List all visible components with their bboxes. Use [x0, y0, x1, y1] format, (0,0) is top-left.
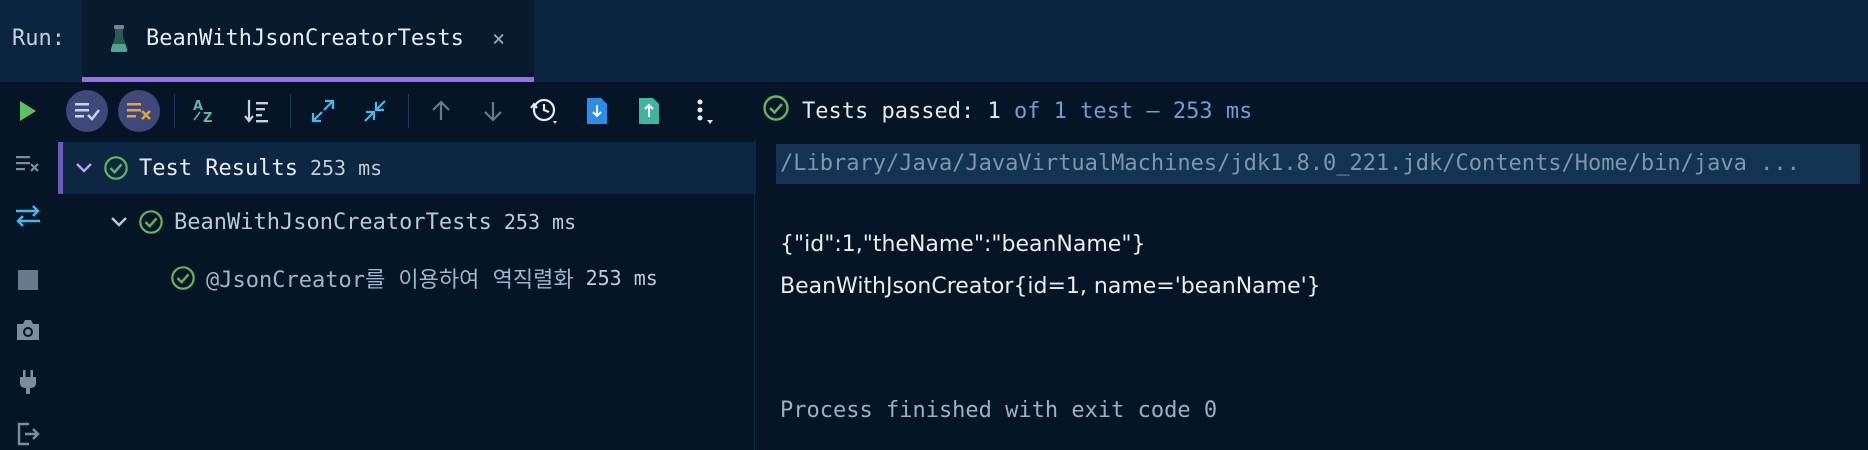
- run-tab[interactable]: BeanWithJsonCreatorTests ×: [82, 0, 534, 82]
- sort-alphabetically-icon[interactable]: A Z: [184, 90, 226, 132]
- collapse-all-icon[interactable]: [354, 90, 396, 132]
- stop-icon[interactable]: [12, 264, 44, 296]
- check-circle-icon: [170, 265, 196, 291]
- tree-node-duration: 253 ms: [503, 210, 577, 234]
- left-action-strip: [0, 140, 56, 450]
- history-icon[interactable]: [524, 90, 566, 132]
- tree-node-duration: 253 ms: [309, 156, 383, 180]
- camera-icon[interactable]: [12, 314, 44, 346]
- show-passed-icon[interactable]: [66, 90, 108, 132]
- rerun-play-icon[interactable]: [6, 90, 48, 132]
- check-circle-icon: [103, 155, 129, 181]
- clear-list-icon[interactable]: [12, 148, 44, 180]
- test-status: Tests passed: 1 of 1 test – 253 ms: [762, 94, 1252, 128]
- svg-text:A: A: [193, 99, 203, 114]
- chevron-down-icon[interactable]: [108, 216, 130, 228]
- close-icon[interactable]: ×: [492, 27, 505, 52]
- run-tab-title: BeanWithJsonCreatorTests: [146, 26, 464, 51]
- status-passed-label: Tests passed:: [802, 98, 975, 124]
- exit-icon[interactable]: [12, 418, 44, 450]
- console-process-finished: Process finished with exit code 0: [780, 398, 1218, 423]
- status-passed-count: 1: [987, 98, 1001, 124]
- more-options-icon[interactable]: [682, 90, 724, 132]
- arrow-down-icon[interactable]: [472, 90, 514, 132]
- toolbar-separator: [408, 94, 409, 128]
- console-command-line[interactable]: /Library/Java/JavaVirtualMachines/jdk1.8…: [776, 144, 1860, 184]
- show-ignored-icon[interactable]: [118, 90, 160, 132]
- tree-root-test-results[interactable]: Test Results 253 ms: [58, 142, 769, 194]
- tree-node-label: @JsonCreator를 이용하여 역직렬화: [206, 268, 574, 293]
- flask-icon: [108, 24, 130, 58]
- console-output[interactable]: /Library/Java/JavaVirtualMachines/jdk1.8…: [756, 140, 1868, 450]
- run-label: Run:: [12, 26, 65, 51]
- tree-node-test-method[interactable]: @JsonCreator를 이용하여 역직렬화 253 ms: [58, 252, 866, 304]
- expand-all-icon[interactable]: [302, 90, 344, 132]
- toolbar-separator: [290, 94, 291, 128]
- test-runner-toolbar: A Z Tests passed: 1 of 1 test – 253 ms: [0, 82, 1868, 141]
- test-results-tree: Test Results 253 ms BeanWithJsonCreatorT…: [58, 140, 769, 450]
- export-tests-icon[interactable]: [628, 90, 670, 132]
- tree-node-duration: 253 ms: [585, 266, 658, 290]
- check-circle-icon: [138, 209, 164, 235]
- console-line: BeanWithJsonCreator{id=1, name='beanName…: [780, 274, 1321, 299]
- svg-text:Z: Z: [203, 111, 212, 126]
- tree-node-label: BeanWithJsonCreatorTests: [174, 209, 492, 235]
- toggle-auto-test-icon[interactable]: [12, 200, 44, 232]
- console-line: {"id":1,"theName":"beanName"}: [780, 232, 1146, 257]
- run-tool-window-header: Run: BeanWithJsonCreatorTests ×: [0, 0, 1868, 82]
- tree-node-label: Test Results: [139, 155, 298, 181]
- chevron-down-icon[interactable]: [73, 162, 95, 174]
- sort-by-duration-icon[interactable]: [236, 90, 278, 132]
- plug-icon[interactable]: [12, 366, 44, 398]
- status-summary: of 1 test – 253 ms: [1013, 98, 1253, 124]
- toolbar-separator: [174, 94, 175, 128]
- tree-node-test-class[interactable]: BeanWithJsonCreatorTests 253 ms: [58, 196, 804, 248]
- arrow-up-icon[interactable]: [420, 90, 462, 132]
- import-tests-icon[interactable]: [576, 90, 618, 132]
- check-circle-icon: [762, 94, 790, 128]
